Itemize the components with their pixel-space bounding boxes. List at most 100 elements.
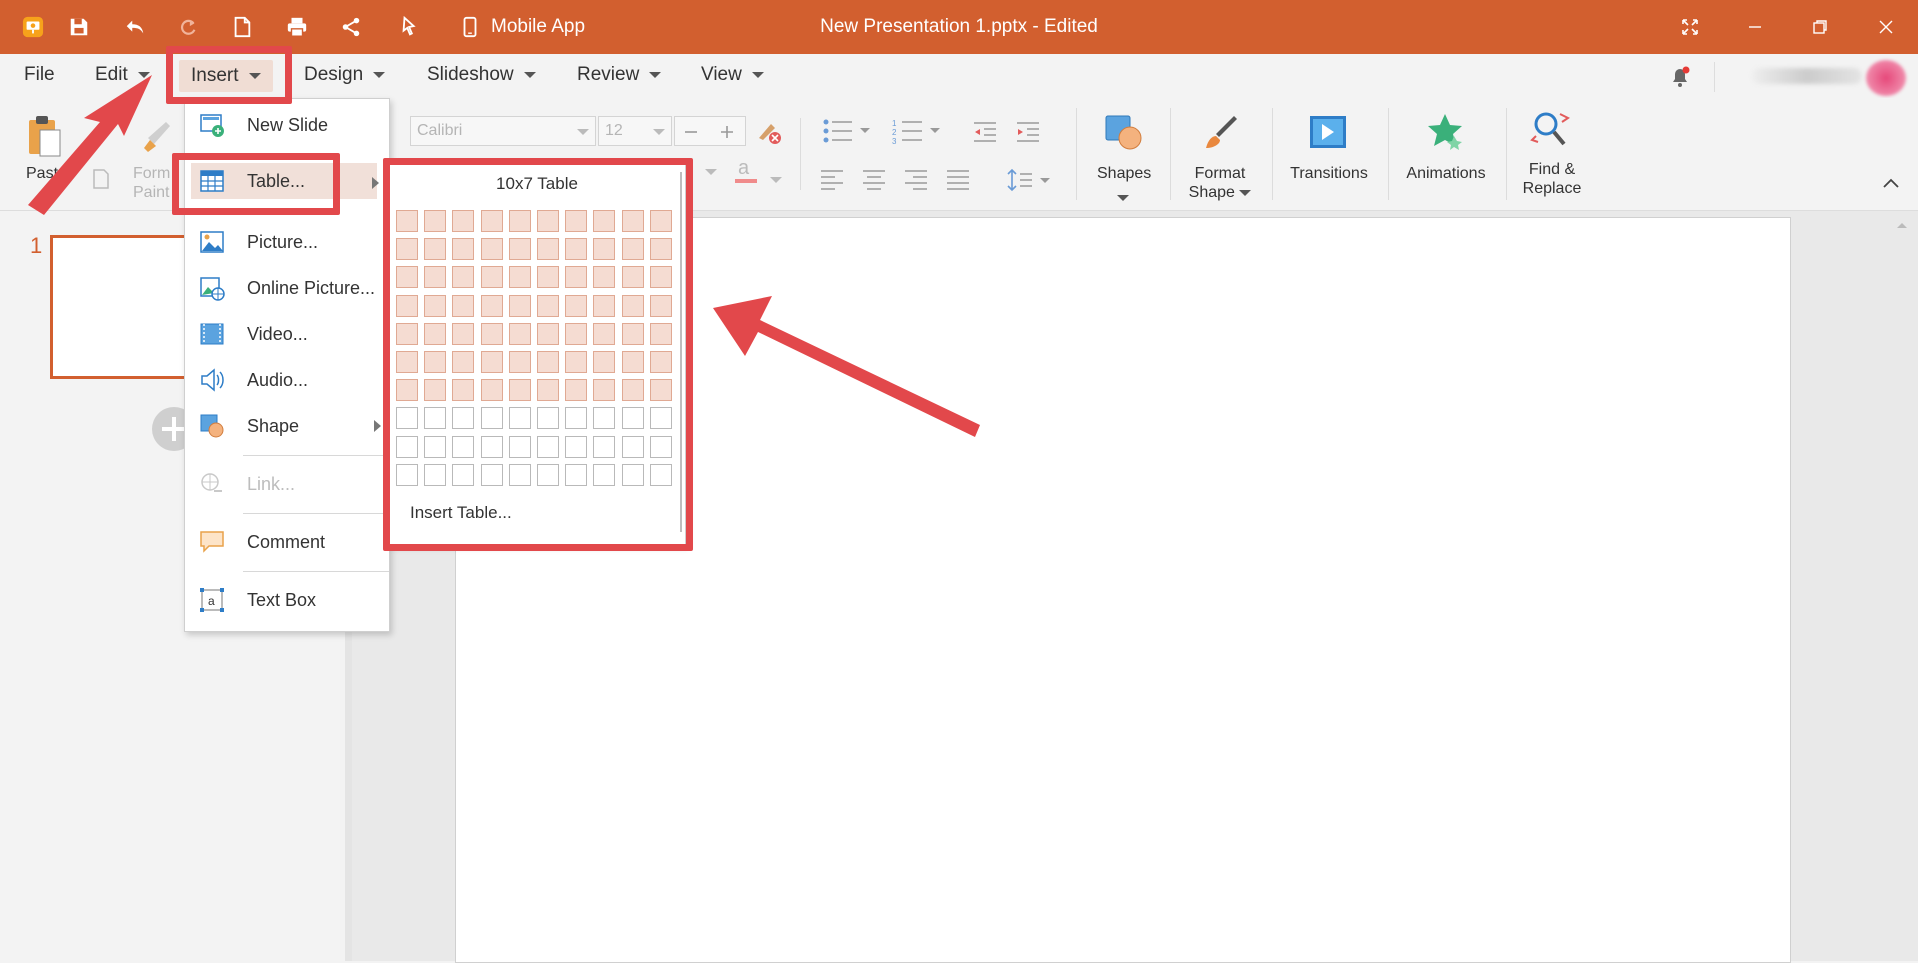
table-grid-cell[interactable]	[621, 407, 644, 430]
table-grid-cell[interactable]	[396, 238, 418, 261]
table-grid-cell[interactable]	[593, 435, 616, 458]
table-grid-cell[interactable]	[396, 294, 418, 317]
menu-edit[interactable]: Edit	[95, 64, 150, 86]
paste-icon[interactable]	[26, 114, 62, 158]
table-grid-cell[interactable]	[424, 266, 447, 289]
collapse-ribbon-icon[interactable]	[1882, 176, 1900, 190]
table-grid-cell[interactable]	[621, 210, 644, 232]
numbered-list-icon[interactable]: 123	[892, 118, 942, 146]
save-icon[interactable]	[64, 12, 94, 42]
table-grid-cell[interactable]	[537, 266, 559, 289]
table-grid-cell[interactable]	[424, 435, 447, 458]
scroll-up-icon[interactable]	[1894, 218, 1910, 230]
table-grid-cell[interactable]	[649, 435, 672, 458]
table-grid-cell[interactable]	[452, 351, 475, 373]
insert-menu-picture[interactable]: Picture...	[185, 222, 389, 262]
table-grid-cell[interactable]	[452, 266, 475, 289]
format-shape-icon[interactable]	[1200, 112, 1240, 152]
table-grid-cell[interactable]	[452, 407, 475, 430]
table-grid-cell[interactable]	[424, 210, 447, 232]
insert-menu-shape[interactable]: Shape	[185, 406, 389, 446]
table-grid-cell[interactable]	[565, 238, 588, 261]
insert-menu-new-slide[interactable]: New Slide	[185, 105, 389, 145]
table-grid-cell[interactable]	[424, 238, 447, 261]
table-grid-cell[interactable]	[649, 351, 672, 373]
table-grid-cell[interactable]	[396, 407, 418, 430]
table-grid-cell[interactable]	[537, 322, 559, 345]
increase-indent-icon[interactable]	[1015, 120, 1041, 144]
table-grid-cell[interactable]	[621, 379, 644, 402]
table-grid-cell[interactable]	[593, 463, 616, 486]
table-grid-cell[interactable]	[508, 238, 531, 261]
decrease-font-icon[interactable]	[683, 124, 699, 140]
table-grid-cell[interactable]	[593, 351, 616, 373]
table-grid-cell[interactable]	[424, 463, 447, 486]
table-grid-cell[interactable]	[621, 435, 644, 458]
format-painter-icon[interactable]	[140, 118, 174, 158]
table-grid-cell[interactable]	[508, 322, 531, 345]
table-grid-cell[interactable]	[508, 435, 531, 458]
table-grid-cell[interactable]	[593, 238, 616, 261]
copy-icon[interactable]	[88, 166, 114, 192]
table-grid-cell[interactable]	[480, 266, 503, 289]
decrease-indent-icon[interactable]	[972, 120, 998, 144]
insert-table-button[interactable]: Insert Table...	[410, 503, 512, 523]
insert-menu-audio[interactable]: Audio...	[185, 360, 389, 400]
table-grid-cell[interactable]	[508, 379, 531, 402]
font-size-stepper[interactable]	[674, 116, 746, 146]
notification-bell-icon[interactable]	[1668, 65, 1692, 89]
table-grid-cell[interactable]	[452, 379, 475, 402]
table-grid-cell[interactable]	[508, 407, 531, 430]
menu-insert[interactable]: Insert	[179, 60, 273, 92]
table-grid-cell[interactable]	[565, 322, 588, 345]
table-grid-cell[interactable]	[649, 407, 672, 430]
menu-view[interactable]: View	[701, 64, 764, 86]
table-grid-cell[interactable]	[621, 294, 644, 317]
table-grid-cell[interactable]	[565, 294, 588, 317]
print-icon[interactable]	[282, 12, 312, 42]
slide-thumbnail[interactable]	[50, 235, 200, 379]
table-grid-cell[interactable]	[508, 463, 531, 486]
table-grid-cell[interactable]	[649, 238, 672, 261]
table-grid-cell[interactable]	[396, 351, 418, 373]
table-grid-cell[interactable]	[537, 210, 559, 232]
find-replace-label[interactable]: Find & Replace	[1510, 160, 1594, 198]
table-grid-cell[interactable]	[396, 266, 418, 289]
close-icon[interactable]	[1866, 10, 1906, 44]
slideshow-from-start-icon[interactable]	[395, 12, 425, 42]
table-grid-cell[interactable]	[621, 266, 644, 289]
table-grid-cell[interactable]	[649, 266, 672, 289]
transitions-icon[interactable]	[1308, 114, 1348, 152]
table-grid-cell[interactable]	[452, 435, 475, 458]
animations-icon[interactable]	[1424, 112, 1466, 152]
table-grid-cell[interactable]	[452, 238, 475, 261]
table-grid-cell[interactable]	[396, 210, 418, 232]
increase-font-icon[interactable]	[719, 124, 735, 140]
bullet-list-icon[interactable]	[822, 118, 872, 144]
justify-icon[interactable]	[946, 168, 970, 190]
table-grid-cell[interactable]	[480, 294, 503, 317]
insert-menu-text-box[interactable]: a Text Box	[185, 580, 389, 620]
table-grid-cell[interactable]	[565, 266, 588, 289]
table-grid-cell[interactable]	[565, 407, 588, 430]
line-spacing-icon[interactable]	[1006, 168, 1054, 192]
table-grid-cell[interactable]	[621, 463, 644, 486]
table-grid-cell[interactable]	[593, 210, 616, 232]
table-grid-cell[interactable]	[537, 294, 559, 317]
chevron-down-icon[interactable]	[1117, 188, 1129, 206]
find-replace-icon[interactable]	[1530, 110, 1574, 150]
align-right-icon[interactable]	[904, 168, 928, 190]
table-grid-cell[interactable]	[480, 407, 503, 430]
table-grid-cell[interactable]	[621, 351, 644, 373]
font-color-icon[interactable]: a	[733, 156, 759, 186]
table-grid-cell[interactable]	[424, 322, 447, 345]
table-grid-cell[interactable]	[452, 463, 475, 486]
shapes-icon[interactable]	[1102, 114, 1142, 152]
font-size-select[interactable]: 12	[598, 116, 672, 146]
table-grid-cell[interactable]	[424, 351, 447, 373]
table-grid-cell[interactable]	[537, 463, 559, 486]
table-grid-cell[interactable]	[649, 463, 672, 486]
table-grid-cell[interactable]	[396, 463, 418, 486]
share-icon[interactable]	[336, 12, 366, 42]
table-grid-cell[interactable]	[537, 407, 559, 430]
